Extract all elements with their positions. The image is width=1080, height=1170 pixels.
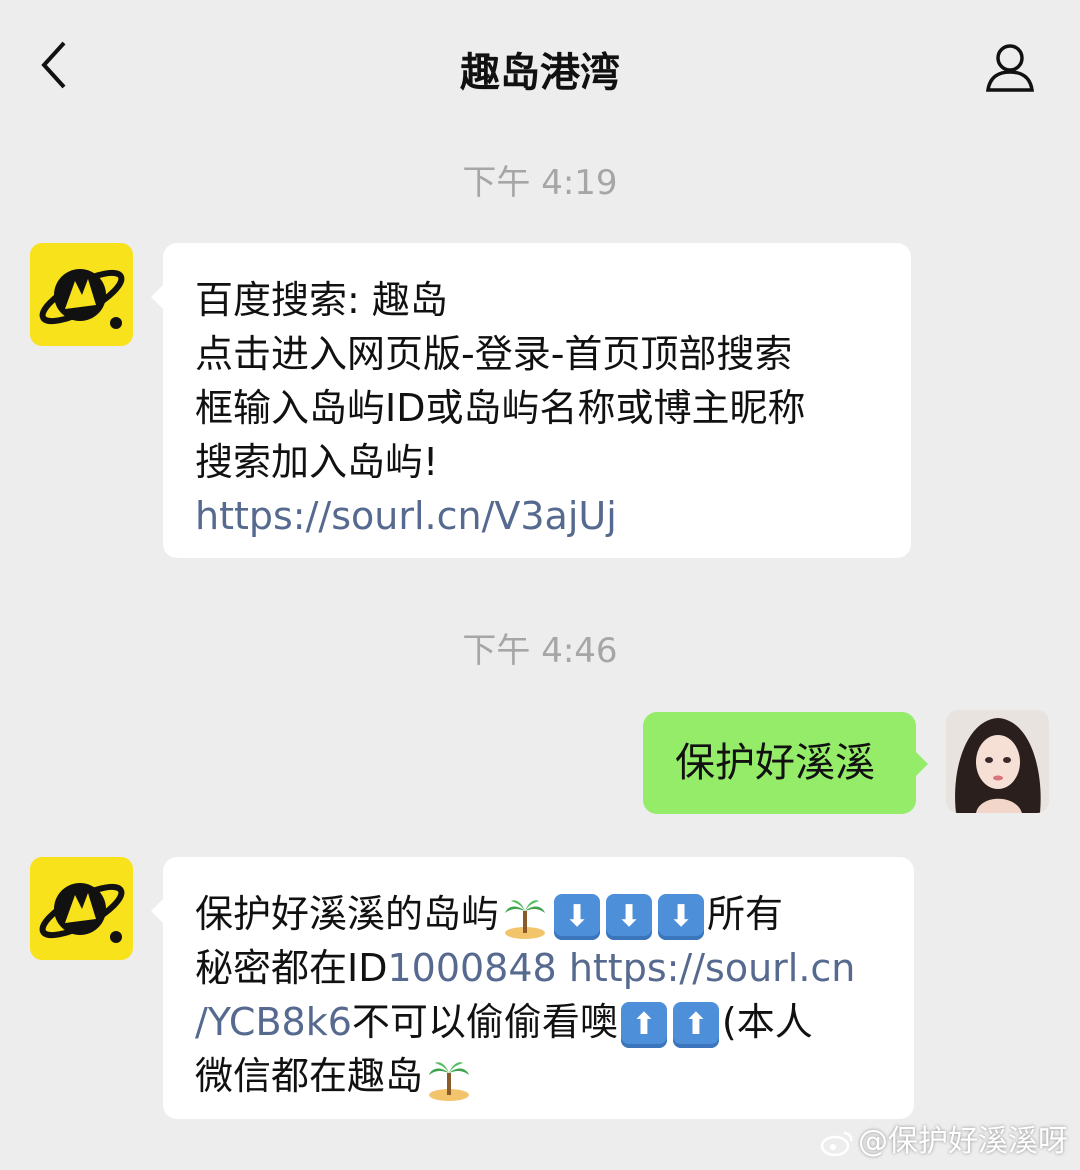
- profile-button[interactable]: [980, 38, 1040, 98]
- island-id[interactable]: 1000848: [387, 946, 556, 990]
- message-line: /YCB8k6不可以偷偷看噢 ⬆ ⬆ (本人: [195, 995, 884, 1049]
- island-logo-icon: [39, 269, 125, 329]
- message-line: 点击进入网页版-登录-首页顶部搜索: [195, 332, 793, 376]
- nav-bar: 趣岛港湾: [0, 0, 1080, 135]
- user-portrait-icon: [946, 710, 1049, 813]
- message-link[interactable]: https://sourl.cn: [569, 946, 856, 990]
- message-bubble[interactable]: 百度搜索: 趣岛 点击进入网页版-登录-首页顶部搜索 框输入岛屿ID或岛屿名称或…: [151, 243, 911, 558]
- message-line: 秘密都在ID1000848 https://sourl.cn: [195, 946, 856, 990]
- timestamp: 下午 4:19: [462, 163, 618, 203]
- message-line: 百度搜索: 趣岛: [195, 278, 448, 322]
- message-line: 搜索加入岛屿!: [195, 440, 439, 484]
- up-arrow-key-icon: ⬆: [620, 1001, 667, 1048]
- bot-avatar[interactable]: [30, 243, 133, 346]
- down-arrow-key-icon: ⬇: [658, 893, 705, 940]
- up-arrow-key-icon: ⬆: [672, 1001, 719, 1048]
- message-bubble[interactable]: 保护好溪溪的岛屿 ⬇ ⬇ ⬇ 所有 秘密都在ID1000848 https://sour…: [151, 857, 914, 1119]
- palm-island-icon: [429, 1061, 470, 1101]
- user-avatar[interactable]: [946, 710, 1049, 813]
- palm-island-icon: [505, 899, 546, 939]
- chat-title: 趣岛港湾: [460, 50, 620, 96]
- message-text: 保护好溪溪: [675, 740, 875, 786]
- timestamp: 下午 4:46: [462, 631, 618, 671]
- weibo-logo-icon: [820, 1131, 853, 1156]
- person-icon: [985, 44, 1035, 92]
- message-line: 框输入岛屿ID或岛屿名称或博主昵称: [195, 386, 806, 430]
- bot-avatar[interactable]: [30, 857, 133, 960]
- down-arrow-key-icon: ⬇: [606, 893, 653, 940]
- message-link[interactable]: https://sourl.cn/V3ajUj: [195, 489, 881, 543]
- island-logo-icon: [39, 883, 125, 943]
- watermark: @保护好溪溪呀: [820, 1116, 1068, 1160]
- message-line: 微信都在趣岛: [195, 1049, 884, 1103]
- down-arrow-key-icon: ⬇: [554, 893, 601, 940]
- message-line: 保护好溪溪的岛屿 ⬇ ⬇ ⬇ 所有: [195, 887, 884, 941]
- message-link[interactable]: /YCB8k6: [195, 1000, 352, 1044]
- my-message-bubble[interactable]: 保护好溪溪: [643, 712, 928, 814]
